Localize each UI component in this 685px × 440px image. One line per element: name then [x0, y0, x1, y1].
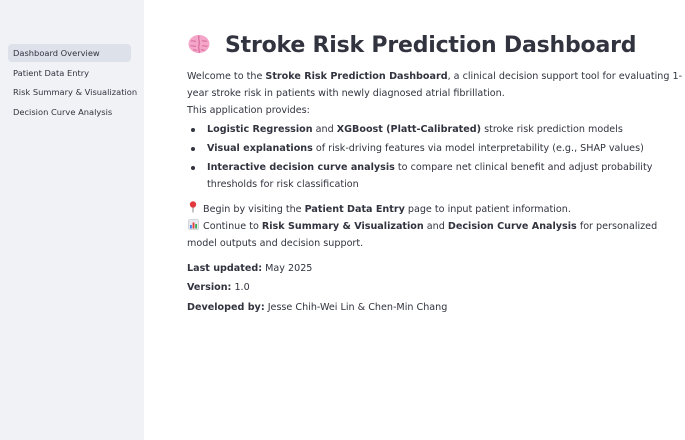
tip-begin-bold: Patient Data Entry [304, 204, 405, 215]
version: Version: 1.0 [187, 279, 685, 296]
last-updated-label: Last updated: [187, 263, 263, 274]
feature-list: Logistic Regression and XGBoost (Platt-C… [187, 121, 685, 193]
tip-begin: Begin by visiting the Patient Data Entry… [187, 201, 685, 218]
tip-begin-prefix: Begin by visiting the [203, 204, 305, 215]
tips-section: Begin by visiting the Patient Data Entry… [187, 201, 685, 252]
sidebar-item-risk-summary[interactable]: Risk Summary & Visualization [8, 83, 137, 101]
sidebar-nav: Dashboard Overview Patient Data Entry Ri… [8, 44, 137, 121]
developed-by-value: Jesse Chih-Wei Lin & Chen-Min Chang [264, 301, 448, 313]
pin-icon [187, 201, 199, 218]
last-updated-value: May 2025 [262, 263, 313, 274]
intro-prefix: Welcome to the [187, 71, 266, 82]
intro-paragraph: Welcome to the Stroke Risk Prediction Da… [187, 68, 685, 102]
tip-continue-bold-2: Decision Curve Analysis [447, 221, 577, 232]
list-item: Logistic Regression and XGBoost (Platt-C… [187, 121, 685, 138]
list-item: Visual explanations of risk-driving feat… [187, 140, 685, 157]
feature-bold: Visual explanations [207, 143, 313, 154]
meta-info: Last updated: May 2025 Version: 1.0 Deve… [187, 260, 685, 316]
feature-text: of risk-driving features via model inter… [312, 143, 644, 154]
version-label: Version: [187, 282, 232, 294]
sidebar-item-patient-data-entry[interactable]: Patient Data Entry [8, 64, 131, 82]
feature-bold-2: XGBoost (Platt-Calibrated) [336, 124, 482, 135]
tip-continue: Continue to Risk Summary & Visualization… [187, 218, 685, 252]
sidebar-item-dashboard-overview[interactable]: Dashboard Overview [8, 44, 131, 62]
feature-text: stroke risk prediction models [481, 124, 623, 135]
tip-continue-prefix: Continue to [203, 221, 262, 232]
brain-icon [187, 33, 211, 57]
list-item: Interactive decision curve analysis to c… [187, 159, 685, 193]
app-root: Dashboard Overview Patient Data Entry Ri… [0, 0, 685, 440]
sidebar-item-decision-curve[interactable]: Decision Curve Analysis [8, 103, 131, 121]
last-updated: Last updated: May 2025 [187, 260, 685, 277]
feature-bold: Interactive decision curve analysis [207, 162, 395, 173]
tip-continue-mid: and [423, 221, 448, 232]
bar-chart-icon [187, 218, 199, 235]
intro-app-name: Stroke Risk Prediction Dashboard [265, 71, 448, 82]
developed-by: Developed by: Jesse Chih-Wei Lin & Chen-… [187, 299, 685, 316]
feature-bold: Logistic Regression [207, 124, 313, 135]
sidebar: Dashboard Overview Patient Data Entry Ri… [0, 0, 144, 440]
page-header: Stroke Risk Prediction Dashboard [187, 31, 685, 59]
tip-begin-suffix: page to input patient information. [404, 204, 571, 215]
provides-heading: This application provides: [187, 105, 310, 116]
feature-mid: and [312, 124, 337, 135]
main-content: Stroke Risk Prediction Dashboard Welcome… [144, 0, 685, 440]
page-title: Stroke Risk Prediction Dashboard [225, 32, 637, 58]
developed-by-label: Developed by: [187, 301, 265, 313]
tip-continue-bold-1: Risk Summary & Visualization [261, 221, 424, 232]
version-value: 1.0 [231, 282, 250, 294]
